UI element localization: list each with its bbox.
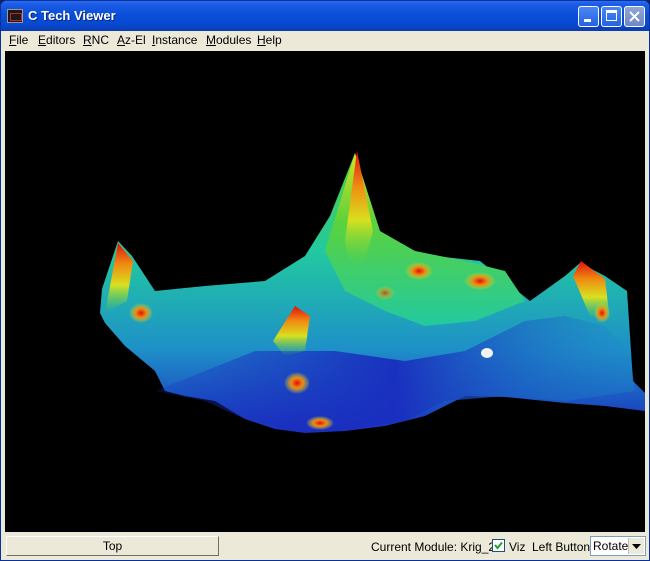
menu-rnc[interactable]: RNC	[83, 33, 109, 47]
maximize-button[interactable]	[601, 6, 622, 27]
top-view-button[interactable]: Top	[6, 536, 219, 556]
hotspot-6	[594, 303, 610, 323]
3d-viewport[interactable]	[5, 51, 645, 532]
left-button-mode-value: Rotate	[593, 539, 629, 553]
probe-marker[interactable]	[481, 348, 493, 358]
close-button[interactable]	[624, 6, 645, 27]
hotspot-3	[129, 303, 153, 323]
hotspot-2	[464, 272, 496, 290]
menu-file[interactable]: File	[9, 33, 28, 47]
left-button-label: Left Button	[532, 540, 591, 554]
menu-editors[interactable]: Editors	[38, 33, 75, 47]
hotspot-1	[405, 262, 433, 280]
menu-instance[interactable]: Instance	[152, 33, 197, 47]
check-icon	[494, 541, 503, 550]
viz-label: Viz	[509, 540, 526, 554]
hotspot-7	[375, 286, 395, 300]
left-button-mode-select[interactable]: Rotate	[590, 536, 646, 556]
status-bar: Top Current Module: Krig_2D Viz Left But…	[1, 533, 649, 560]
current-module-text: Current Module: Krig_2D	[371, 540, 504, 554]
hotspot-5	[306, 416, 334, 430]
menu-az-el[interactable]: Az-El	[117, 33, 146, 47]
menu-bar: File Editors RNC Az-El Instance Modules …	[1, 31, 649, 50]
app-window: C Tech Viewer File Editors RNC Az-El Ins…	[0, 0, 650, 561]
menu-help[interactable]: Help	[257, 33, 282, 47]
title-bar[interactable]: C Tech Viewer	[1, 1, 649, 31]
close-icon	[629, 11, 640, 22]
viz-checkbox[interactable]	[492, 539, 505, 552]
terrain-surface	[100, 151, 645, 433]
hotspot-4	[284, 372, 310, 394]
dropdown-button[interactable]	[628, 538, 644, 554]
window-title: C Tech Viewer	[28, 8, 116, 23]
chevron-down-icon	[632, 544, 641, 549]
app-icon[interactable]	[7, 9, 23, 23]
minimize-button[interactable]	[578, 6, 599, 27]
menu-modules[interactable]: Modules	[206, 33, 251, 47]
